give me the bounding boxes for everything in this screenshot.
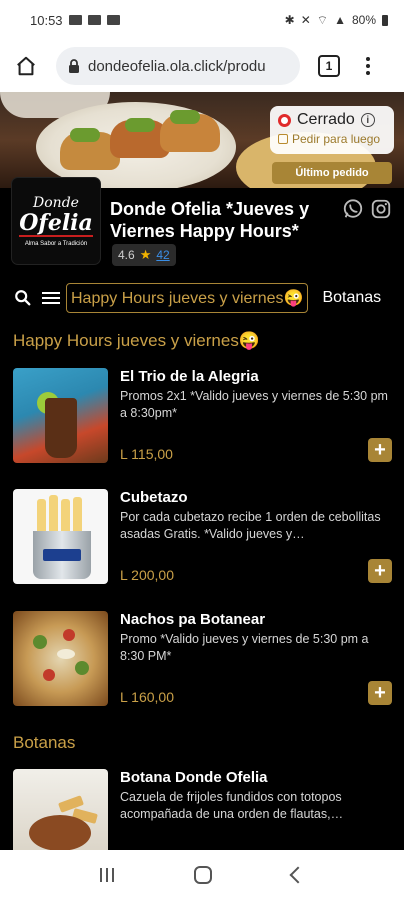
- menu-item[interactable]: Cubetazo Por cada cubetazo recibe 1 orde…: [0, 489, 404, 589]
- item-description: Cazuela de frijoles fundidos con totopos…: [120, 790, 344, 821]
- mail-notification-icon: [87, 15, 101, 25]
- recent-apps-button[interactable]: [100, 868, 114, 882]
- cover-image: Cerrado i Pedir para luego Último pedido: [0, 92, 404, 188]
- browser-home-button[interactable]: [10, 50, 42, 82]
- tab-switcher-button[interactable]: 1: [318, 55, 340, 77]
- item-name: Nachos pa Botanear: [120, 611, 266, 628]
- calendar-icon: [278, 134, 288, 144]
- image-notification-icon: [106, 15, 120, 25]
- closed-status-icon: [278, 113, 291, 127]
- wifi-icon: ⌔: [316, 12, 329, 27]
- item-price: L 160,00: [120, 689, 174, 705]
- item-name: Botana Donde Ofelia: [120, 769, 268, 786]
- category-bar: Happy Hours jueves y viernes😜 Botanas: [0, 280, 404, 316]
- address-bar[interactable]: dondeofelia.ola.click/produ: [56, 47, 300, 85]
- browser-menu-button[interactable]: [360, 57, 376, 75]
- bluetooth-icon: ✱: [284, 13, 295, 27]
- section-title: Happy Hours jueves y viernes😜: [13, 331, 260, 350]
- menu-item[interactable]: Nachos pa Botanear Promo *Valido jueves …: [0, 611, 404, 711]
- battery-level: 80%: [351, 13, 376, 27]
- category-tab-active[interactable]: Happy Hours jueves y viernes😜: [66, 283, 309, 313]
- item-image: [13, 611, 108, 706]
- item-price: L 200,00: [120, 567, 174, 583]
- back-button[interactable]: [289, 866, 307, 884]
- browser-toolbar: dondeofelia.ola.click/produ 1: [0, 40, 404, 92]
- category-tab[interactable]: Botanas: [322, 289, 381, 307]
- lock-icon: [69, 59, 79, 73]
- logo-main-text: Ofelia: [19, 210, 93, 237]
- battery-icon: [382, 14, 388, 26]
- item-image: [13, 489, 108, 584]
- star-icon: ★: [139, 247, 152, 262]
- category-list-icon[interactable]: [42, 292, 60, 304]
- restaurant-header: Donde Ofelia Alma Sabor a Tradición Dond…: [0, 178, 404, 272]
- mail-notification-icon: [68, 15, 82, 25]
- last-order-button[interactable]: Último pedido: [272, 162, 392, 184]
- url-text: dondeofelia.ola.click/produ: [88, 57, 266, 75]
- status-time: 10:53: [30, 12, 63, 28]
- logo-top-text: Donde: [33, 195, 79, 211]
- section-title: Botanas: [13, 733, 76, 752]
- store-status-card[interactable]: Cerrado i Pedir para luego: [270, 106, 394, 154]
- instagram-icon[interactable]: [370, 198, 392, 220]
- home-button[interactable]: [194, 866, 212, 884]
- item-image: [13, 368, 108, 463]
- rating-badge[interactable]: 4.6 ★ 42: [112, 244, 176, 266]
- item-description: Por cada cubetazo recibe 1 orden de cebo…: [120, 510, 381, 541]
- search-icon[interactable]: [14, 289, 32, 307]
- restaurant-logo: Donde Ofelia Alma Sabor a Tradición: [12, 178, 100, 264]
- add-to-cart-button[interactable]: +: [368, 559, 392, 583]
- logo-tagline: Alma Sabor a Tradición: [24, 241, 88, 247]
- mute-icon: ✕: [300, 13, 311, 27]
- add-to-cart-button[interactable]: +: [368, 438, 392, 462]
- rating-count[interactable]: 42: [156, 248, 169, 262]
- system-navigation-bar: [0, 850, 404, 900]
- item-price: L 115,00: [120, 446, 173, 462]
- add-to-cart-button[interactable]: +: [368, 681, 392, 705]
- order-later-link[interactable]: Pedir para luego: [292, 132, 380, 146]
- info-icon[interactable]: i: [360, 113, 375, 127]
- signal-icon: ▲: [334, 13, 346, 27]
- menu-item[interactable]: El Trio de la Alegria Promos 2x1 *Valido…: [0, 368, 404, 468]
- restaurant-name: Donde Ofelia *Jueves y Viernes Happy Hou…: [110, 199, 310, 241]
- whatsapp-icon[interactable]: [342, 198, 364, 220]
- rating-value: 4.6: [118, 248, 135, 262]
- store-status-text: Cerrado: [297, 111, 355, 128]
- item-description: Promo *Valido jueves y viernes de 5:30 p…: [120, 632, 369, 663]
- item-description: Promos 2x1 *Valido jueves y viernes de 5…: [120, 389, 388, 420]
- home-icon: [17, 56, 35, 76]
- item-name: Cubetazo: [120, 489, 188, 506]
- item-name: El Trio de la Alegria: [120, 368, 259, 385]
- status-bar: 10:53 ✱ ✕ ⌔ ▲ 80%: [0, 0, 404, 40]
